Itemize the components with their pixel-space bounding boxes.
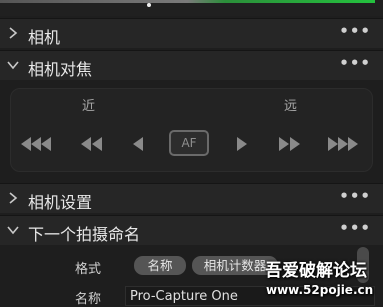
focus-far-medium-step-button[interactable] [276,133,302,155]
focus-far-small-step-button[interactable] [234,133,250,155]
name-label: 名称 [75,292,102,307]
panel-header-camera-settings[interactable]: 相机设置 ••• [0,183,383,213]
single-left-arrow-icon [133,137,143,151]
triple-right-arrow-icon [328,137,358,151]
chevron-down-icon [7,226,19,235]
focus-near-small-step-button[interactable] [131,133,147,155]
focus-far-label: 远 [284,99,298,114]
chevron-right-icon [9,192,18,204]
more-options-icon[interactable]: ••• [339,56,371,71]
double-left-arrow-icon [81,137,102,151]
watermark-url: www.52pojie.cn [266,283,374,297]
panel-title-camera: 相机 [28,28,61,47]
site-watermark: 吾爱破解论坛 www.52pojie.cn [262,256,383,306]
white-balance-strip [0,0,383,16]
single-right-arrow-icon [237,137,247,151]
focus-far-large-step-button[interactable] [325,133,361,155]
white-balance-slider-marker[interactable] [147,3,151,7]
autofocus-label: AF [181,136,197,150]
triple-left-arrow-icon [21,137,51,151]
chevron-right-icon [9,27,18,39]
panel-title-camera-settings: 相机设置 [28,193,93,212]
focus-near-medium-step-button[interactable] [79,133,105,155]
panel-header-next-capture-naming[interactable]: 下一个拍摄命名 ••• [0,215,383,245]
focus-near-large-step-button[interactable] [19,133,55,155]
chevron-down-icon [7,61,19,70]
format-label: 格式 [75,262,102,277]
watermark-title: 吾爱破解论坛 [265,261,367,281]
focus-near-label: 近 [82,99,96,114]
double-right-arrow-icon [279,137,300,151]
panel-header-camera[interactable]: 相机 ••• [0,18,383,48]
more-options-icon[interactable]: ••• [339,189,371,204]
more-options-icon[interactable]: ••• [339,221,371,236]
white-balance-slider-track[interactable] [0,0,375,3]
panel-title-camera-focus: 相机对焦 [28,60,93,79]
format-token-name[interactable]: 名称 [134,256,186,275]
panel-title-next-capture-naming: 下一个拍摄命名 [28,225,141,244]
panel-header-camera-focus[interactable]: 相机对焦 ••• [0,50,383,80]
more-options-icon[interactable]: ••• [339,24,371,39]
autofocus-button[interactable]: AF [169,130,209,156]
